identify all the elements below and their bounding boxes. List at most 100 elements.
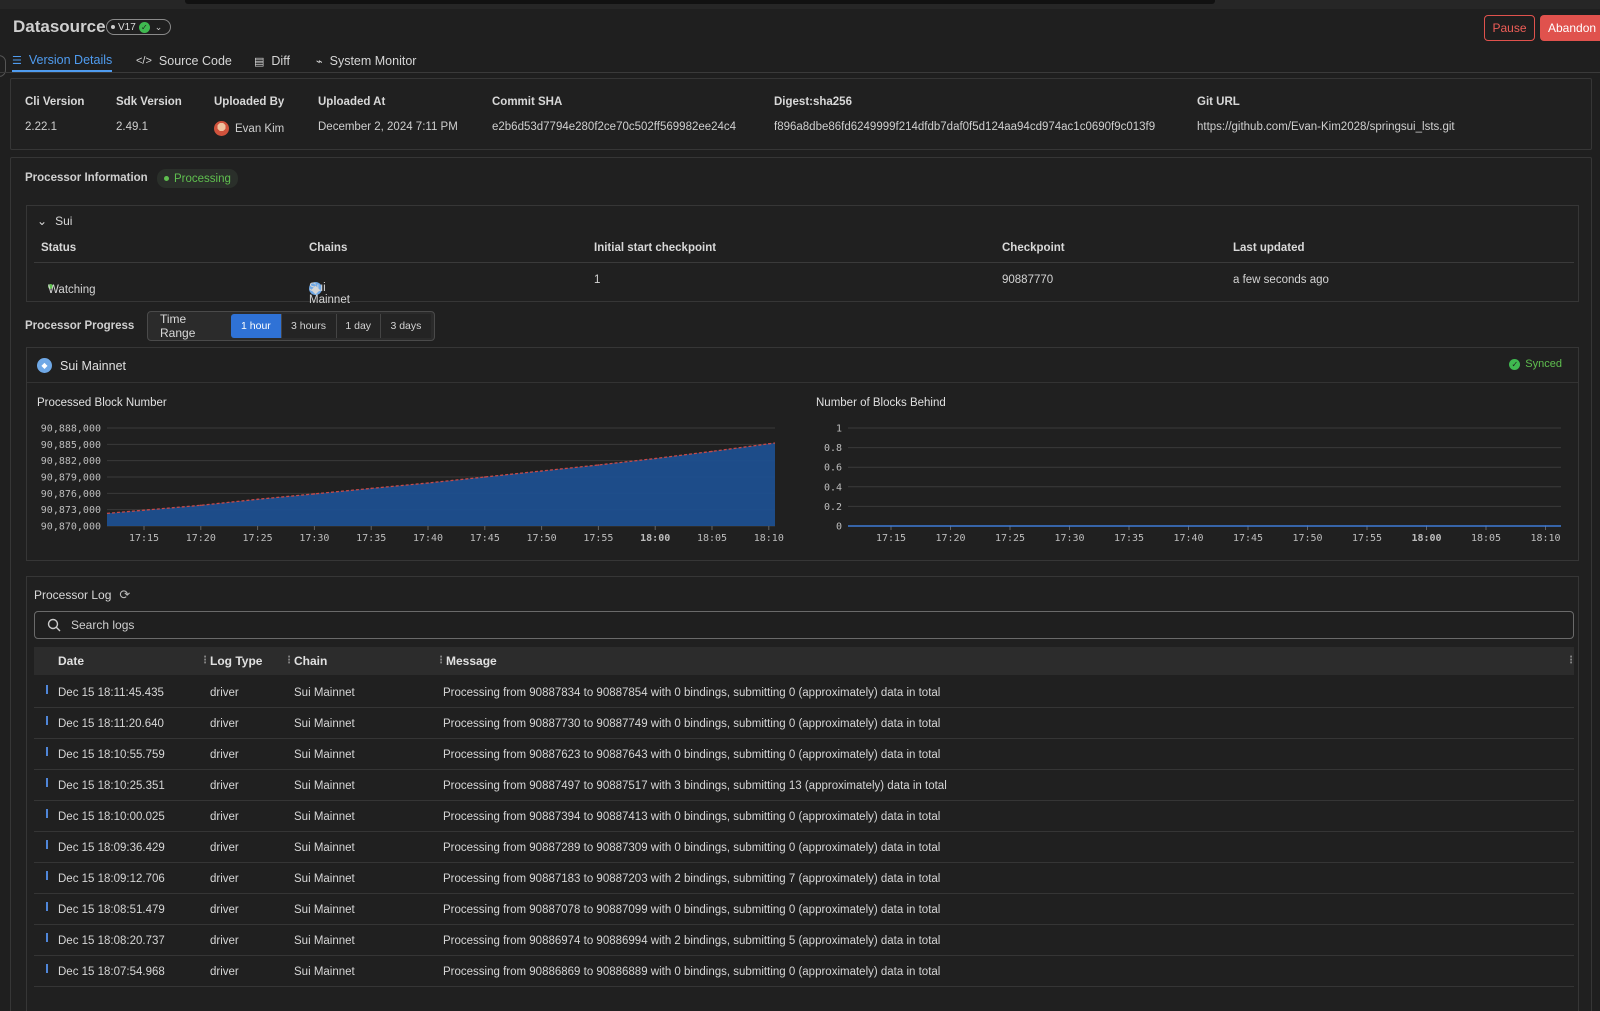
data-point <box>200 504 202 507</box>
log-message: Processing from 90886869 to 90886889 wit… <box>443 966 941 978</box>
processor-info-label: Processor Information <box>25 172 148 184</box>
table-row[interactable]: Dec 15 18:09:36.429 driver Sui Mainnet Proc… <box>34 832 1574 863</box>
search-box <box>34 611 1574 639</box>
search-icon <box>47 618 61 632</box>
data-point <box>949 525 952 527</box>
avatar <box>214 121 229 136</box>
log-chain: Sui Mainnet <box>294 966 355 978</box>
log-chain: Sui Mainnet <box>294 935 355 947</box>
log-type: driver <box>210 904 239 916</box>
range-1-hour-button[interactable]: 1 hour <box>231 314 281 338</box>
log-chain: Sui Mainnet <box>294 873 355 885</box>
data-point <box>654 457 656 460</box>
pause-button[interactable]: Pause <box>1484 15 1535 41</box>
document-icon: ▤ <box>254 55 265 68</box>
range-3-hours-button[interactable]: 3 hours <box>280 314 336 338</box>
cli-version-value: 2.22.1 <box>25 121 57 133</box>
data-point <box>1366 525 1368 527</box>
version-label: V17 <box>118 21 136 33</box>
blocks-behind-chart: 1 0.8 0.6 0.4 0.2 0 17:15 17:20 17:25 17:30 17:35 1… <box>824 424 1561 544</box>
tab-version-details[interactable]: ☰ Version Details <box>12 50 113 72</box>
sui-collapse-toggle[interactable]: ⌄ Sui <box>37 214 72 228</box>
data-point <box>1544 525 1547 527</box>
col-chains: Chains <box>309 242 348 254</box>
time-range-selector: Time Range 1 hour 3 hours 1 day 3 days <box>147 311 435 341</box>
checkpoint-value: 90887770 <box>1002 274 1054 286</box>
col-last-updated: Last updated <box>1233 242 1305 254</box>
column-resize-handle[interactable]: ⋮ <box>436 655 446 667</box>
table-row[interactable]: Dec 15 18:10:25.351 driver Sui Mainnet Proc… <box>34 770 1574 801</box>
x-tick-label: 17:25 <box>995 533 1025 544</box>
abandon-button[interactable]: Abandon <box>1540 15 1600 41</box>
table-row[interactable]: Dec 15 18:11:20.640 driver Sui Mainnet Proc… <box>34 708 1574 739</box>
log-type: driver <box>210 842 239 854</box>
data-point <box>711 450 713 453</box>
column-resize-handle[interactable]: ⋮ <box>284 655 294 667</box>
y-tick-label: 90,882,000 <box>41 456 101 467</box>
log-message: Processing from 90887730 to 90887749 wit… <box>443 718 941 730</box>
digest-value: f896a8dbe86fd6249999f214dfdb7daf0f5d124a… <box>774 121 1156 133</box>
sdk-version-label: Sdk Version <box>116 96 182 108</box>
log-title: Processor Log <box>34 588 112 602</box>
table-row[interactable]: Dec 15 18:08:20.737 driver Sui Mainnet Proc… <box>34 925 1574 956</box>
version-selector[interactable]: V17 ✓ ⌄ <box>106 19 171 35</box>
log-date: Dec 15 18:10:00.025 <box>58 811 165 823</box>
column-menu-handle[interactable]: ⋮ <box>1566 655 1576 667</box>
row-indicator <box>46 902 48 911</box>
col-message[interactable]: Message <box>446 654 497 668</box>
log-type: driver <box>210 873 239 885</box>
col-chain[interactable]: Chain <box>294 654 327 668</box>
top-scrollbar[interactable] <box>185 0 1215 4</box>
row-indicator <box>46 809 48 818</box>
table-row[interactable]: Dec 15 18:11:45.435 driver Sui Mainnet Proc… <box>34 677 1574 708</box>
tab-label: Version Details <box>28 53 113 67</box>
log-header: Processor Log ⟳ <box>34 587 130 603</box>
progress-chart-box: ◆ Sui Mainnet ✓ Synced Processed Block N… <box>26 347 1579 561</box>
search-input[interactable] <box>71 618 1471 632</box>
log-type: driver <box>210 966 239 978</box>
tab-bar: ☰ Version Details </> Source Code ▤ Diff… <box>0 46 1600 73</box>
tab-diff[interactable]: ▤ Diff <box>254 50 290 72</box>
commit-sha-value: e2b6d53d7794e280f2ce70c502ff569982ee24c4 <box>492 121 737 133</box>
table-row[interactable]: Dec 15 18:10:00.025 driver Sui Mainnet Proc… <box>34 801 1574 832</box>
x-tick-label: 18:10 <box>754 533 784 544</box>
col-date[interactable]: Date <box>58 654 84 668</box>
page-header: Datasource V17 ✓ ⌄ Pause Abandon <box>0 12 1600 44</box>
log-message: Processing from 90887497 to 90887517 wit… <box>443 780 947 792</box>
code-icon: </> <box>136 55 152 67</box>
col-status: Status <box>41 242 77 254</box>
commit-sha-label: Commit SHA <box>492 96 563 108</box>
data-point <box>1247 525 1249 527</box>
chart-chain-label: Sui Mainnet <box>60 358 127 373</box>
table-row[interactable]: Dec 15 18:09:12.706 driver Sui Mainnet Proc… <box>34 863 1574 894</box>
range-3-days-button[interactable]: 3 days <box>379 314 431 338</box>
refresh-icon[interactable]: ⟳ <box>119 587 130 603</box>
table-row[interactable]: Dec 15 18:08:51.479 driver Sui Mainnet Proc… <box>34 894 1574 925</box>
log-date: Dec 15 18:07:54.968 <box>58 966 165 978</box>
y-tick-label: 0.4 <box>824 482 842 493</box>
processed-block-chart: 90,888,000 90,885,000 90,882,000 90,879,000… <box>41 424 784 545</box>
git-url-link[interactable]: https://github.com/Evan-Kim2028/springsu… <box>1197 121 1455 133</box>
tab-system-monitor[interactable]: ⌁ System Monitor <box>316 50 416 72</box>
tab-label: System Monitor <box>329 54 417 68</box>
table-row[interactable]: Dec 15 18:07:54.968 driver Sui Mainnet Proc… <box>34 956 1574 987</box>
x-tick-label: 17:45 <box>1233 533 1263 544</box>
table-row[interactable]: Dec 15 18:10:55.759 driver Sui Mainnet Proc… <box>34 739 1574 770</box>
x-tick-label: 18:00 <box>1411 533 1441 544</box>
tab-label: Source Code <box>158 54 232 68</box>
log-message: Processing from 90887623 to 90887643 wit… <box>443 749 941 761</box>
log-type: driver <box>210 935 239 947</box>
column-resize-handle[interactable]: ⋮ <box>200 655 210 667</box>
chart-icon: ⌁ <box>316 55 323 68</box>
log-date: Dec 15 18:11:20.640 <box>58 718 164 730</box>
col-initial-checkpoint: Initial start checkpoint <box>594 242 717 254</box>
sdk-version: Sdk Version 2.49.1 <box>116 96 182 133</box>
chevron-down-icon: ⌄ <box>37 214 48 228</box>
version-meta-panel: Cli Version 2.22.1 Sdk Version 2.49.1 Up… <box>10 78 1592 150</box>
col-log-type[interactable]: Log Type <box>210 654 262 668</box>
range-1-day-button[interactable]: 1 day <box>335 314 380 338</box>
cli-version: Cli Version 2.22.1 <box>25 96 84 133</box>
tab-source-code[interactable]: </> Source Code <box>136 50 232 72</box>
page-title: Datasource <box>13 17 106 36</box>
git-url-label: Git URL <box>1197 96 1240 108</box>
